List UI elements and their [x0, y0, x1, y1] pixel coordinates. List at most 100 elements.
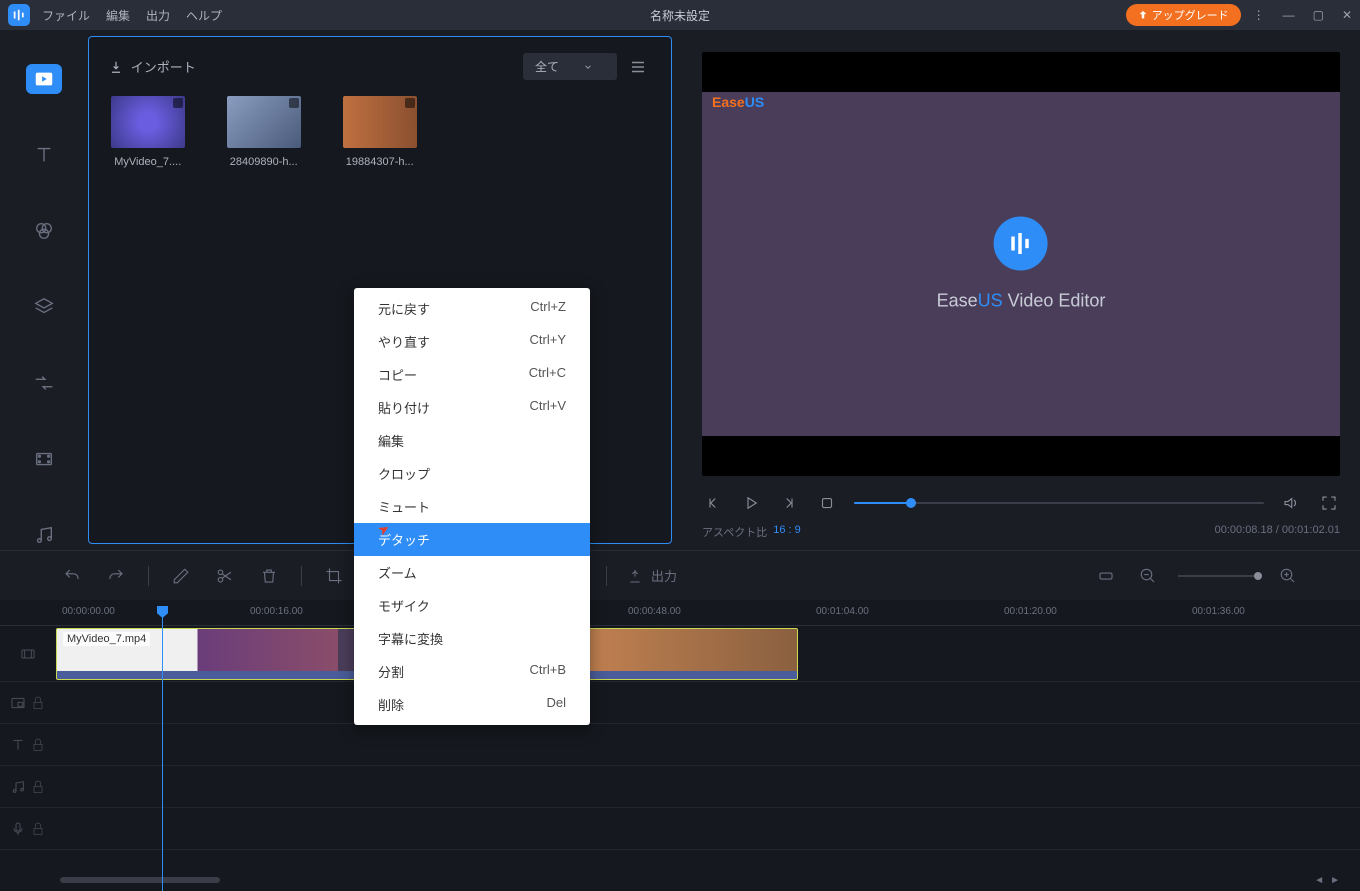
crop-button[interactable] [322, 564, 346, 588]
aspect-label: アスペクト比 [702, 524, 767, 540]
minimize-button[interactable]: — [1283, 8, 1295, 22]
horizontal-scrollbar[interactable]: ◄ ► [60, 877, 1340, 883]
next-frame-button[interactable] [778, 492, 800, 514]
pip-track[interactable] [0, 682, 1360, 724]
time-ruler[interactable]: 00:00:00.0000:00:16.0000:00:48.0000:01:0… [0, 600, 1360, 626]
clip-label: MyVideo_7.mp4 [63, 632, 150, 646]
pip-track-icon [10, 695, 26, 711]
context-menu-item[interactable]: 削除Del [354, 688, 590, 721]
media-item[interactable]: MyVideo_7.... [109, 96, 187, 168]
context-menu-item[interactable]: 貼り付け Ctrl+V [354, 391, 590, 424]
media-thumbnail [343, 96, 417, 148]
menu-bar: ファイル 編集 出力 ヘルプ [42, 7, 222, 24]
sidebar-elements[interactable] [26, 444, 62, 474]
preview-panel: EaseUS EaseUS Video Editor [672, 30, 1360, 550]
time-tick: 00:00:00.00 [62, 606, 115, 617]
upgrade-button[interactable]: アップグレード [1126, 4, 1241, 26]
context-menu-item[interactable]: クロップ [354, 457, 590, 490]
import-button[interactable]: インポート [109, 57, 196, 76]
context-menu-label: 元に戻す [378, 299, 430, 318]
context-menu-label: 字幕に変換 [378, 629, 443, 648]
titlebar: ファイル 編集 出力 ヘルプ 名称未設定 アップグレード ⋮ — ▢ ✕ [0, 0, 1360, 30]
sidebar-music[interactable] [26, 520, 62, 550]
preview-video: EaseUS EaseUS Video Editor [702, 52, 1340, 476]
lock-icon [30, 737, 46, 753]
audio-track[interactable] [0, 766, 1360, 808]
menu-file[interactable]: ファイル [42, 7, 90, 24]
preview-progress[interactable] [854, 502, 1264, 504]
lock-icon [30, 821, 46, 837]
window-title: 名称未設定 [650, 7, 710, 24]
sidebar-text[interactable] [26, 140, 62, 170]
context-menu-item[interactable]: モザイク [354, 589, 590, 622]
zoom-in-button[interactable] [1276, 564, 1300, 588]
aspect-value[interactable]: 16 : 9 [773, 524, 801, 540]
media-item[interactable]: 28409890-h... [225, 96, 303, 168]
maximize-button[interactable]: ▢ [1313, 8, 1324, 22]
text-track-icon [10, 737, 26, 753]
context-menu-shortcut: Ctrl+V [530, 398, 566, 417]
sidebar-overlays[interactable] [26, 292, 62, 322]
context-menu-item[interactable]: ミュート [354, 490, 590, 523]
mic-track-icon [10, 821, 26, 837]
prev-frame-button[interactable] [702, 492, 724, 514]
fullscreen-button[interactable] [1318, 492, 1340, 514]
context-menu-label: 編集 [378, 431, 404, 450]
text-track[interactable] [0, 724, 1360, 766]
context-menu-item[interactable]: 元に戻す Ctrl+Z [354, 292, 590, 325]
audio-track-icon [10, 779, 26, 795]
more-button[interactable]: ⋮ [1253, 8, 1265, 22]
context-menu: ➤ 元に戻すCtrl+Zやり直すCtrl+YコピーCtrl+C貼り付けCtrl+… [354, 288, 590, 725]
video-track-icon [20, 646, 36, 662]
playhead[interactable] [162, 612, 163, 891]
edit-button[interactable] [169, 564, 193, 588]
app-logo [8, 4, 30, 26]
preview-time: 00:00:08.18 / 00:01:02.01 [1215, 524, 1340, 540]
volume-button[interactable] [1280, 492, 1302, 514]
video-track[interactable]: MyVideo_7.mp4 [0, 626, 1360, 682]
preview-brand-text: EaseUS Video Editor [937, 291, 1106, 312]
context-menu-item[interactable]: コピーCtrl+C [354, 358, 590, 391]
zoom-slider[interactable] [1178, 575, 1258, 577]
menu-help[interactable]: ヘルプ [186, 7, 222, 24]
context-menu-shortcut: Ctrl+B [530, 662, 566, 681]
context-menu-label: ミュート [378, 497, 430, 516]
time-tick: 00:00:48.00 [628, 606, 681, 617]
context-menu-label: 削除 [378, 695, 404, 714]
context-menu-item[interactable]: 分割Ctrl+B [354, 655, 590, 688]
context-menu-shortcut: Ctrl+Z [530, 299, 566, 318]
redo-button[interactable] [104, 564, 128, 588]
media-thumbnail [227, 96, 301, 148]
context-menu-label: モザイク [378, 596, 430, 615]
watermark: EaseUS [712, 94, 764, 110]
time-tick: 00:01:20.00 [1004, 606, 1057, 617]
zoom-out-button[interactable] [1136, 564, 1160, 588]
play-button[interactable] [740, 492, 762, 514]
context-menu-item[interactable]: 編集 [354, 424, 590, 457]
list-view-button[interactable] [625, 54, 651, 80]
context-menu-item[interactable]: やり直すCtrl+Y [354, 325, 590, 358]
close-button[interactable]: ✕ [1342, 8, 1352, 22]
media-thumbnail [111, 96, 185, 148]
sidebar-media[interactable] [26, 64, 62, 94]
voice-track[interactable] [0, 808, 1360, 850]
export-button[interactable]: 出力 [627, 566, 677, 585]
menu-output[interactable]: 出力 [146, 7, 170, 24]
sidebar [0, 30, 88, 550]
delete-button[interactable] [257, 564, 281, 588]
context-menu-label: 貼り付け [378, 398, 430, 417]
split-button[interactable] [213, 564, 237, 588]
context-menu-item[interactable]: 字幕に変換 [354, 622, 590, 655]
media-item[interactable]: 19884307-h... [341, 96, 419, 168]
undo-button[interactable] [60, 564, 84, 588]
context-menu-item[interactable]: ズーム [354, 556, 590, 589]
sidebar-filters[interactable] [26, 216, 62, 246]
stop-button[interactable] [816, 492, 838, 514]
media-name: 19884307-h... [346, 156, 414, 168]
fit-button[interactable] [1094, 564, 1118, 588]
timeline-toolbar: 出力 [0, 550, 1360, 600]
time-tick: 00:01:04.00 [816, 606, 869, 617]
sidebar-transitions[interactable] [26, 368, 62, 398]
media-filter-select[interactable]: 全て [523, 53, 617, 80]
menu-edit[interactable]: 編集 [106, 7, 130, 24]
